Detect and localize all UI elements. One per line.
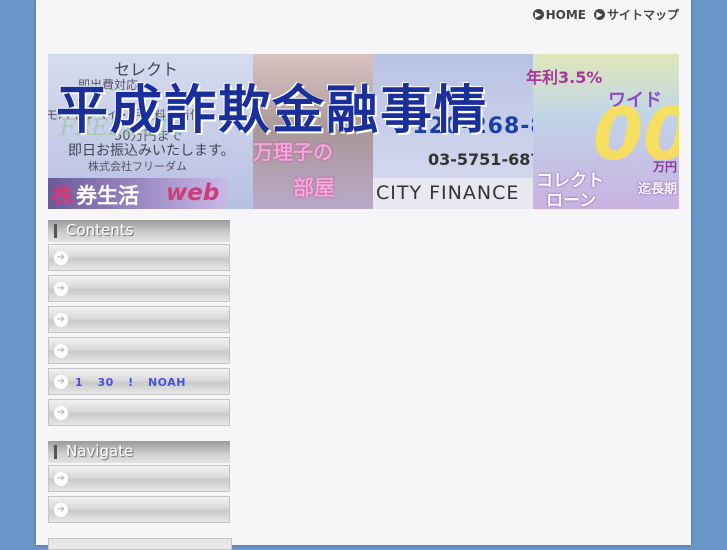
contents-menu-item[interactable]: ➜ [48, 399, 230, 426]
top-nav: ▶ HOME ▶ サイトマップ [532, 6, 679, 23]
contents-menu: ➜ ➜ ➜ ➜ ➜ 1 30 ! NOAH ➜ [48, 244, 230, 430]
arrow-right-icon: ➜ [54, 375, 68, 389]
contents-heading: Contents [48, 220, 230, 242]
banner-room: 部屋 [293, 176, 335, 200]
heading-marker [54, 445, 57, 459]
header-banner[interactable]: セレクト 即出費対応 モバイルペイ・手数料・着信 50万円まで 即日お振込みいた… [48, 54, 679, 209]
arrow-right-icon: ➜ [54, 282, 68, 296]
play-arrow-icon: ▶ [532, 9, 544, 20]
contents-heading-label: Contents [66, 221, 134, 239]
banner-rate: 年利3.5% [526, 68, 603, 87]
contents-menu-item[interactable]: ➜ [48, 306, 230, 333]
menu-item-label: 1 30 ! NOAH [75, 376, 186, 389]
arrow-right-icon: ➜ [54, 503, 68, 517]
navigate-heading: Navigate [48, 441, 230, 463]
arrow-right-icon: ➜ [54, 251, 68, 265]
home-link[interactable]: ▶ HOME [532, 6, 586, 23]
site-title: 平成詐欺金融事情 [56, 80, 489, 141]
heading-marker [54, 224, 57, 238]
next-section-heading [48, 538, 232, 550]
arrow-right-icon: ➜ [54, 406, 68, 420]
banner-stock-life: 券生活 [76, 184, 139, 208]
navigate-heading-label: Navigate [66, 442, 134, 460]
play-arrow-icon: ▶ [593, 9, 605, 20]
navigate-menu-item[interactable]: ➜ [48, 465, 230, 492]
banner-line4: 即日お振込みいたします。 [68, 143, 235, 159]
arrow-right-icon: ➜ [54, 472, 68, 486]
banner-city-finance: CITY FINANCE [376, 182, 520, 204]
sitemap-link-label: サイトマップ [606, 8, 679, 22]
home-link-label: HOME [545, 7, 586, 22]
page-container: ▶ HOME ▶ サイトマップ セレクト 即出費対応 モバイルペイ・手数料・着信… [36, 0, 691, 550]
arrow-right-icon: ➜ [54, 313, 68, 327]
sitemap-link[interactable]: ▶ サイトマップ [593, 6, 679, 23]
navigate-menu-item[interactable]: ➜ [48, 496, 230, 523]
contents-menu-item[interactable]: ➜ [48, 244, 230, 271]
banner-company: 株式会社フリーダム [88, 160, 187, 173]
banner-stock-kanji: 株 [52, 184, 73, 208]
banner-web: web [166, 180, 220, 206]
contents-menu-item-noah[interactable]: ➜ 1 30 ! NOAH [48, 368, 230, 395]
contents-menu-item[interactable]: ➜ [48, 337, 230, 364]
navigate-menu: ➜ ➜ [48, 465, 230, 527]
contents-menu-item[interactable]: ➜ [48, 275, 230, 302]
banner-extend: 迄長期 [638, 182, 678, 197]
banner-unit: 万円 [653, 160, 678, 174]
banner-loan: ローン [546, 191, 597, 209]
arrow-right-icon: ➜ [54, 344, 68, 358]
